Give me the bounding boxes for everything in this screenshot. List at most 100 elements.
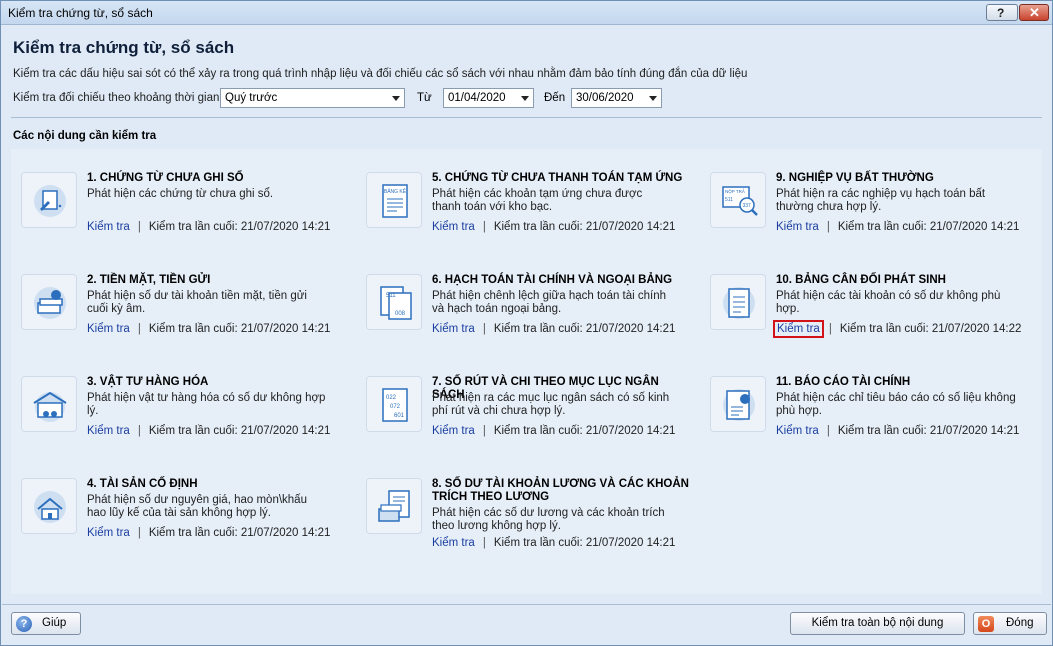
separator: | <box>828 323 832 335</box>
separator: | <box>137 527 141 539</box>
check-item-fixed-assets: 4. TÀI SẢN CỐ ĐỊNH Phát hiện số dư nguyê… <box>21 478 351 566</box>
check-item-financial-offbalance: 511 008 6. HẠCH TOÁN TÀI CHÍNH VÀ NGOẠI B… <box>366 274 696 362</box>
fixed-asset-icon <box>21 478 77 534</box>
check-link[interactable]: Kiểm tra <box>432 537 475 549</box>
check-link[interactable]: Kiểm tra <box>87 323 130 335</box>
chevron-down-icon <box>521 96 529 101</box>
item-actions: Kiểm tra | Kiểm tra lần cuối: 21/07/2020 1… <box>432 323 675 335</box>
check-item-inventory: 3. VẬT TƯ HÀNG HÓA Phát hiện vật tư hàng… <box>21 376 351 464</box>
last-checked: Kiểm tra lần cuối: 21/07/2020 14:21 <box>493 425 676 437</box>
item-title: 6. HẠCH TOÁN TÀI CHÍNH VÀ NGOẠI BẢNG <box>432 274 673 286</box>
item-description: Phát hiện ra các mục lục ngân sách có số… <box>432 392 670 417</box>
item-actions: Kiểm tra | Kiểm tra lần cuối: 21/07/2020 1… <box>432 537 675 549</box>
close-button[interactable]: O Đóng <box>973 612 1047 635</box>
svg-text:NỘP TRẢ: NỘP TRẢ <box>725 188 745 194</box>
page-description: Kiểm tra các dấu hiệu sai sót có thể xảy… <box>13 68 748 80</box>
last-checked: Kiểm tra lần cuối: 21/07/2020 14:21 <box>148 527 331 539</box>
period-select[interactable]: Quý trước <box>220 88 405 108</box>
close-icon: ✕ <box>1029 5 1040 20</box>
check-link[interactable]: Kiểm tra <box>773 320 824 338</box>
chevron-down-icon <box>392 96 400 101</box>
advance-voucher-icon: BẢNG KÊ <box>366 172 422 228</box>
item-title: 1. CHỨNG TỪ CHƯA GHI SỔ <box>87 172 244 184</box>
unusual-transaction-icon: NỘP TRẢ 511 337 <box>710 172 766 228</box>
item-description: Phát hiện ra các nghiệp vụ hạch toán bất… <box>776 188 986 213</box>
titlebar-help-button[interactable]: ? <box>986 4 1018 21</box>
separator: | <box>482 221 486 233</box>
divider <box>11 117 1042 118</box>
help-icon: ? <box>16 616 32 632</box>
check-item-salary-balances: 8. SỐ DƯ TÀI KHOẢN LƯƠNG VÀ CÁC KHOẢN TR… <box>366 478 696 566</box>
check-all-button[interactable]: Kiểm tra toàn bộ nội dung <box>790 612 965 635</box>
help-button[interactable]: ? Giúp <box>11 612 81 635</box>
svg-text:337: 337 <box>743 203 752 209</box>
separator: | <box>482 425 486 437</box>
svg-text:022: 022 <box>386 395 397 401</box>
last-checked: Kiểm tra lần cuối: 21/07/2020 14:21 <box>493 221 676 233</box>
item-actions: Kiểm tra | Kiểm tra lần cuối: 21/07/2020 1… <box>87 221 330 233</box>
footer-bar: ? Giúp Kiểm tra toàn bộ nội dung O Đóng <box>2 604 1051 645</box>
item-title: 2. TIỀN MẶT, TIỀN GỬI <box>87 274 211 286</box>
separator: | <box>137 425 141 437</box>
item-actions: Kiểm tra | Kiểm tra lần cuối: 21/07/2020 1… <box>432 425 675 437</box>
item-description: Phát hiện chênh lệch giữa hạch toán tài … <box>432 290 667 315</box>
item-description: Phát hiện số dư tài khoản tiền mặt, tiền… <box>87 290 307 315</box>
warehouse-icon <box>21 376 77 432</box>
item-title: 5. CHỨNG TỪ CHƯA THANH TOÁN TẠM ỨNG <box>432 172 683 184</box>
item-title: 3. VẬT TƯ HÀNG HÓA <box>87 376 209 388</box>
chevron-down-icon <box>649 96 657 101</box>
item-title: 10. BẢNG CÂN ĐỐI PHÁT SINH <box>776 274 946 286</box>
period-select-value: Quý trước <box>225 92 278 104</box>
separator: | <box>482 537 486 549</box>
from-date-picker[interactable]: 01/04/2020 <box>443 88 534 108</box>
item-title: 4. TÀI SẢN CỐ ĐỊNH <box>87 478 198 490</box>
title-bar: Kiểm tra chứng từ, sổ sách ? ✕ <box>1 1 1052 25</box>
cash-icon <box>21 274 77 330</box>
check-link[interactable]: Kiểm tra <box>87 527 130 539</box>
unposted-voucher-icon <box>21 172 77 228</box>
last-checked: Kiểm tra lần cuối: 21/07/2020 14:21 <box>837 425 1020 437</box>
check-all-button-label: Kiểm tra toàn bộ nội dung <box>811 617 944 629</box>
check-link[interactable]: Kiểm tra <box>432 425 475 437</box>
last-checked: Kiểm tra lần cuối: 21/07/2020 14:21 <box>148 323 331 335</box>
salary-icon <box>366 478 422 534</box>
item-title: 8. SỐ DƯ TÀI KHOẢN LƯƠNG VÀ CÁC KHOẢN TR… <box>432 478 689 503</box>
separator: | <box>482 323 486 335</box>
financial-report-icon <box>710 376 766 432</box>
item-description: Phát hiện các chứng từ chưa ghi sổ. <box>87 188 274 200</box>
check-link[interactable]: Kiểm tra <box>87 221 130 233</box>
item-description: Phát hiện các số dư lương và các khoản t… <box>432 507 665 532</box>
from-date-value: 01/04/2020 <box>448 92 506 104</box>
item-actions: Kiểm tra | Kiểm tra lần cuối: 21/07/2020 1… <box>87 425 330 437</box>
check-item-budget-index: 022 072 601 7. SỐ RÚT VÀ CHI THEO MỤC LỤC … <box>366 376 696 464</box>
item-description: Phát hiện các khoản tạm ứng chưa được th… <box>432 188 643 213</box>
item-description: Phát hiện số dư nguyên giá, hao mòn\khấu… <box>87 494 307 519</box>
page-title: Kiểm tra chứng từ, sổ sách <box>13 38 235 57</box>
item-description: Phát hiện các chỉ tiêu báo cáo có số liệ… <box>776 392 1016 417</box>
item-title: 11. BÁO CÁO TÀI CHÍNH <box>776 376 911 388</box>
check-item-cash-deposits: 2. TIỀN MẶT, TIỀN GỬI Phát hiện số dư tà… <box>21 274 351 362</box>
item-title: 9. NGHIỆP VỤ BẤT THƯỜNG <box>776 172 934 184</box>
check-items-panel: 1. CHỨNG TỪ CHƯA GHI SỔ Phát hiện các ch… <box>11 149 1042 594</box>
separator: | <box>826 221 830 233</box>
dialog-content: Kiểm tra chứng từ, sổ sách Kiểm tra các … <box>2 26 1051 603</box>
item-description: Phát hiện vật tư hàng hóa có số dư không… <box>87 392 326 417</box>
separator: | <box>137 323 141 335</box>
item-actions: Kiểm tra | Kiểm tra lần cuối: 21/07/2020 1… <box>87 527 330 539</box>
item-actions: Kiểm tra | Kiểm tra lần cuối: 21/07/2020 1… <box>773 320 1022 338</box>
last-checked: Kiểm tra lần cuối: 21/07/2020 14:21 <box>148 425 331 437</box>
to-label: Đến <box>544 92 566 104</box>
check-link[interactable]: Kiểm tra <box>432 221 475 233</box>
check-link[interactable]: Kiểm tra <box>776 221 819 233</box>
check-link[interactable]: Kiểm tra <box>776 425 819 437</box>
svg-text:BẢNG KÊ: BẢNG KÊ <box>384 187 407 195</box>
titlebar-close-button[interactable]: ✕ <box>1019 4 1049 21</box>
check-link[interactable]: Kiểm tra <box>87 425 130 437</box>
check-item-financial-report: 11. BÁO CÁO TÀI CHÍNH Phát hiện các chỉ … <box>710 376 1040 464</box>
to-date-value: 30/06/2020 <box>576 92 634 104</box>
last-checked: Kiểm tra lần cuối: 21/07/2020 14:22 <box>839 323 1022 335</box>
check-vouchers-window: Kiểm tra chứng từ, sổ sách ? ✕ Kiểm tra … <box>0 0 1053 646</box>
check-link[interactable]: Kiểm tra <box>432 323 475 335</box>
to-date-picker[interactable]: 30/06/2020 <box>571 88 662 108</box>
last-checked: Kiểm tra lần cuối: 21/07/2020 14:21 <box>837 221 1020 233</box>
